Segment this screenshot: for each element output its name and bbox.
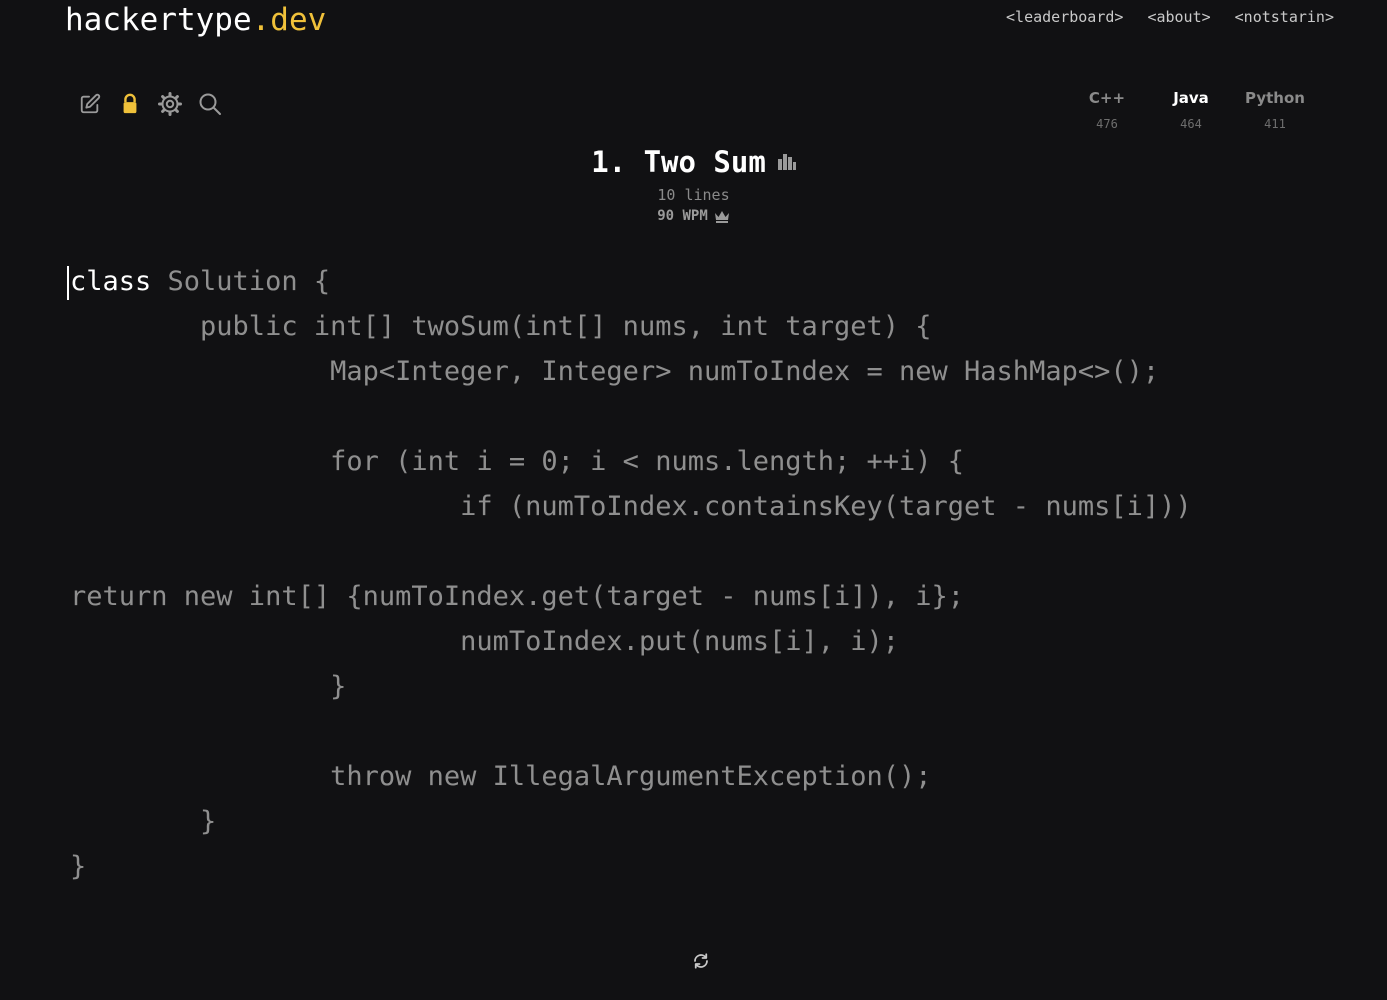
language-selector: C++ 476 Java 464 Python 411: [1065, 86, 1317, 131]
lock-icon[interactable]: [118, 92, 142, 116]
lang-count: 476: [1096, 117, 1118, 131]
code-line: for (int i = 0; i < nums.length; ++i) {: [70, 446, 965, 477]
nav-notstarin[interactable]: <notstarin>: [1235, 8, 1334, 26]
crown-icon: [714, 210, 730, 223]
lang-name: C++: [1088, 89, 1126, 107]
code-editor[interactable]: class Solution { public int[] twoSum(int…: [67, 259, 1192, 889]
lang-name: Python: [1245, 89, 1305, 107]
problem-header: 1. Two Sum 10 lines 90 WPM: [0, 142, 1387, 224]
code-line: return new int[] {numToIndex.get(target …: [70, 581, 965, 612]
lang-count: 411: [1264, 117, 1286, 131]
top-nav: <leaderboard> <about> <notstarin>: [1006, 8, 1334, 26]
code-line: }: [70, 806, 217, 837]
stats-icon[interactable]: [777, 154, 796, 170]
logo-name: hackertype: [65, 2, 252, 38]
code-line: }: [70, 671, 347, 702]
problem-lines: 10 lines: [657, 186, 730, 204]
problem-title: 1. Two Sum: [591, 145, 766, 179]
code-line: throw new IllegalArgumentException();: [70, 761, 932, 792]
site-logo[interactable]: hackertype.dev: [65, 0, 326, 40]
untyped-text: Solution {: [151, 266, 331, 297]
code-line: public int[] twoSum(int[] nums, int targ…: [70, 311, 932, 342]
search-icon[interactable]: [198, 92, 222, 116]
lang-count: 464: [1180, 117, 1202, 131]
problem-title-wrap: 1. Two Sum: [591, 142, 796, 182]
code-line: }: [70, 851, 87, 882]
lang-python[interactable]: Python 411: [1233, 86, 1317, 131]
code-line: class Solution {: [67, 259, 1192, 304]
nav-about[interactable]: <about>: [1147, 8, 1210, 26]
problem-wpm-wrap: 90 WPM: [657, 208, 730, 224]
code-line: numToIndex.put(nums[i], i);: [70, 626, 900, 657]
typing-cursor: [67, 265, 69, 300]
code-line: if (numToIndex.containsKey(target - nums…: [70, 491, 1192, 522]
nav-leaderboard[interactable]: <leaderboard>: [1006, 8, 1123, 26]
refresh-icon[interactable]: [692, 952, 710, 970]
lang-cpp[interactable]: C++ 476: [1065, 86, 1149, 131]
code-line: Map<Integer, Integer> numToIndex = new H…: [70, 356, 1160, 387]
lang-name: Java: [1173, 89, 1209, 107]
logo-tld: .dev: [251, 2, 327, 38]
problem-wpm: 90 WPM: [657, 208, 708, 224]
lang-java[interactable]: Java 464: [1149, 86, 1233, 131]
settings-icon[interactable]: [158, 92, 182, 116]
typed-text: class: [70, 266, 152, 297]
toolbar: [78, 92, 222, 116]
edit-icon[interactable]: [78, 92, 102, 116]
